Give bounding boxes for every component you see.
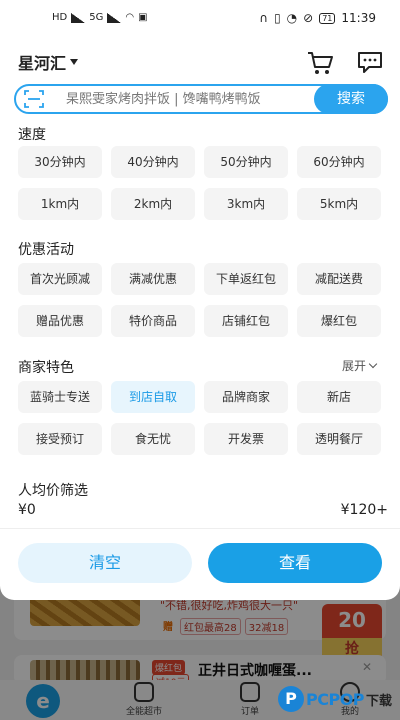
message-button[interactable] xyxy=(356,48,384,76)
header: 星河汇 xyxy=(0,46,400,78)
search-bar: 搜索 xyxy=(14,84,388,114)
merchant-feature-option[interactable]: 接受预订 xyxy=(18,423,102,455)
search-input[interactable] xyxy=(66,88,316,110)
promotion-option[interactable]: 下单返红包 xyxy=(204,263,288,295)
promotion-option[interactable]: 减配送费 xyxy=(297,263,381,295)
price-max-label: ¥120+ xyxy=(340,502,388,518)
expand-label: 展开 xyxy=(342,359,367,373)
filter-sheet: HD 5G ◠ ▣ ∩ ▯ ◔ ⊘ 71 11:39 星河汇 杲熙雯家烤肉拌饭 … xyxy=(0,0,400,600)
network-type: 5G xyxy=(89,12,104,23)
watermark-text: PCPOP xyxy=(306,689,365,709)
search-button[interactable]: 搜索 xyxy=(314,84,388,114)
merchant-feature-option[interactable]: 品牌商家 xyxy=(204,381,288,413)
caret-down-icon xyxy=(70,59,79,65)
network-indicators: HD 5G ◠ ▣ xyxy=(52,12,148,23)
promotion-option[interactable]: 店铺红包 xyxy=(204,305,288,337)
merchant-feature-option[interactable]: 蓝骑士专送 xyxy=(18,381,102,413)
promotion-option[interactable]: 首次光顾减 xyxy=(18,263,102,295)
speed-option[interactable]: 30分钟内 xyxy=(18,146,102,178)
merchant-feature-option[interactable]: 新店 xyxy=(297,381,381,413)
app-notification-icon: ▣ xyxy=(138,12,148,23)
speed-options: 30分钟内 40分钟内 50分钟内 60分钟内 1km内 2km内 3km内 5… xyxy=(18,146,383,220)
clock: 11:39 xyxy=(341,11,376,25)
distance-option[interactable]: 5km内 xyxy=(297,188,381,220)
speed-option[interactable]: 60分钟内 xyxy=(297,146,381,178)
signal-icon xyxy=(71,12,86,23)
expand-button[interactable]: 展开 xyxy=(342,357,378,374)
signal-icon xyxy=(107,12,122,23)
headphones-icon: ∩ xyxy=(259,11,269,25)
network-label: HD xyxy=(52,12,68,23)
chevron-down-icon xyxy=(368,359,378,369)
alarm-icon: ◔ xyxy=(286,11,298,25)
message-icon xyxy=(358,52,382,73)
view-button[interactable]: 查看 xyxy=(208,543,382,583)
divider xyxy=(0,528,400,529)
battery-icon: 71 xyxy=(319,12,336,24)
merchant-feature-option[interactable]: 透明餐厅 xyxy=(297,423,381,455)
scan-icon[interactable] xyxy=(24,90,44,108)
speed-option[interactable]: 50分钟内 xyxy=(204,146,288,178)
merchant-feature-option-selected[interactable]: 到店自取 xyxy=(111,381,195,413)
cart-button[interactable] xyxy=(306,48,336,76)
distance-option[interactable]: 1km内 xyxy=(18,188,102,220)
price-section-title: 人均价筛选 xyxy=(18,483,88,499)
vibrate-icon: ▯ xyxy=(274,11,281,25)
distance-option[interactable]: 3km内 xyxy=(204,188,288,220)
distance-option[interactable]: 2km内 xyxy=(111,188,195,220)
promotion-options: 首次光顾减 满减优惠 下单返红包 减配送费 赠品优惠 特价商品 店铺红包 爆红包 xyxy=(18,263,383,337)
location-selector[interactable]: 星河汇 xyxy=(18,50,79,74)
promotion-option[interactable]: 爆红包 xyxy=(297,305,381,337)
merchant-feature-options: 蓝骑士专送 到店自取 品牌商家 新店 接受预订 食无忧 开发票 透明餐厅 xyxy=(18,381,383,455)
speed-option[interactable]: 40分钟内 xyxy=(111,146,195,178)
speed-section-title: 速度 xyxy=(18,127,46,143)
promotion-option[interactable]: 赠品优惠 xyxy=(18,305,102,337)
price-min-label: ¥0 xyxy=(18,502,36,518)
wifi-icon: ◠ xyxy=(125,12,135,23)
promotion-option[interactable]: 特价商品 xyxy=(111,305,195,337)
watermark: P PCPOP 下载 xyxy=(278,686,392,712)
status-bar: HD 5G ◠ ▣ ∩ ▯ ◔ ⊘ 71 11:39 xyxy=(0,0,400,36)
system-indicators: ∩ ▯ ◔ ⊘ 71 11:39 xyxy=(259,11,376,25)
watermark-suffix: 下载 xyxy=(366,693,393,709)
promotion-option[interactable]: 满减优惠 xyxy=(111,263,195,295)
promotions-section-title: 优惠活动 xyxy=(18,242,74,258)
merchant-feature-option[interactable]: 食无忧 xyxy=(111,423,195,455)
merchant-feature-option[interactable]: 开发票 xyxy=(204,423,288,455)
merchant-features-section-title: 商家特色 xyxy=(18,360,74,376)
clear-button[interactable]: 清空 xyxy=(18,543,192,583)
watermark-logo: P xyxy=(278,686,304,712)
mute-icon: ⊘ xyxy=(303,11,314,25)
cart-icon xyxy=(308,52,333,74)
location-label: 星河汇 xyxy=(18,54,67,73)
